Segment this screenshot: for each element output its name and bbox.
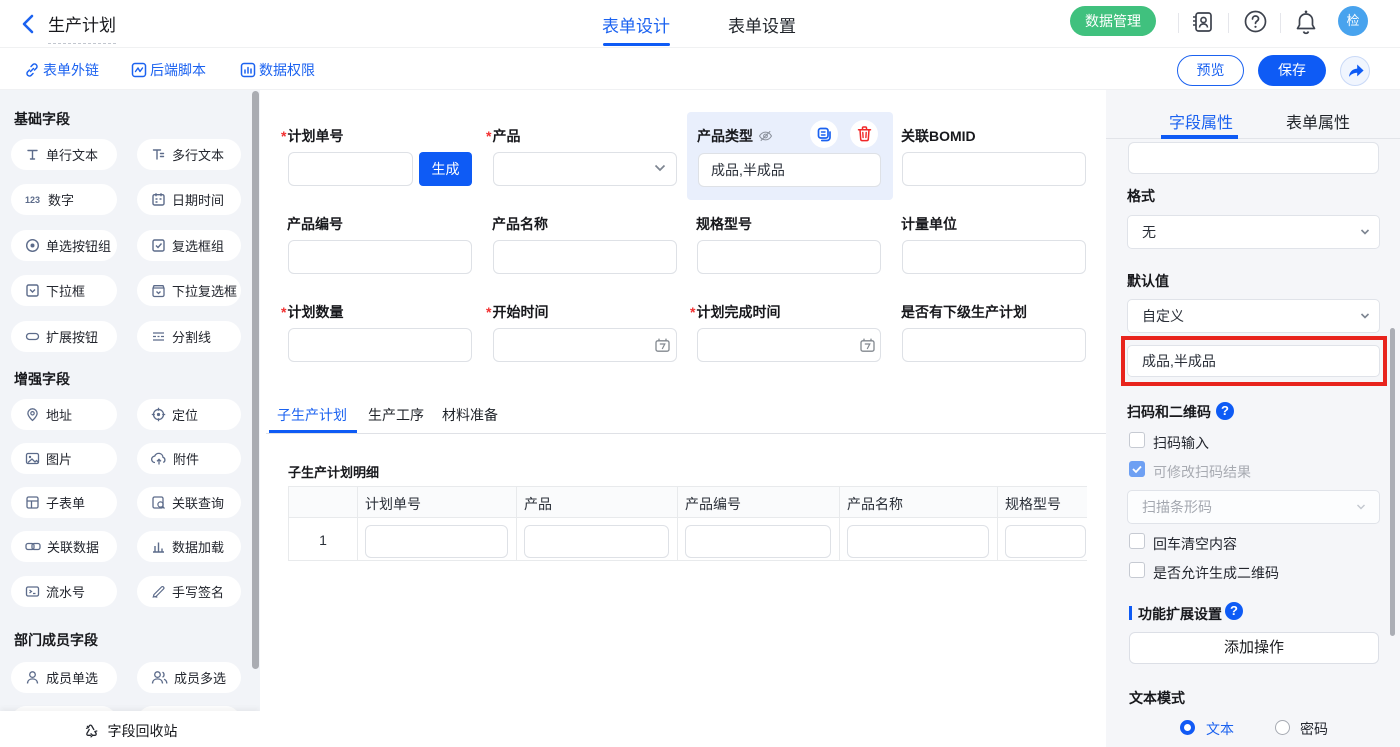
svg-text:123: 123: [25, 195, 40, 205]
